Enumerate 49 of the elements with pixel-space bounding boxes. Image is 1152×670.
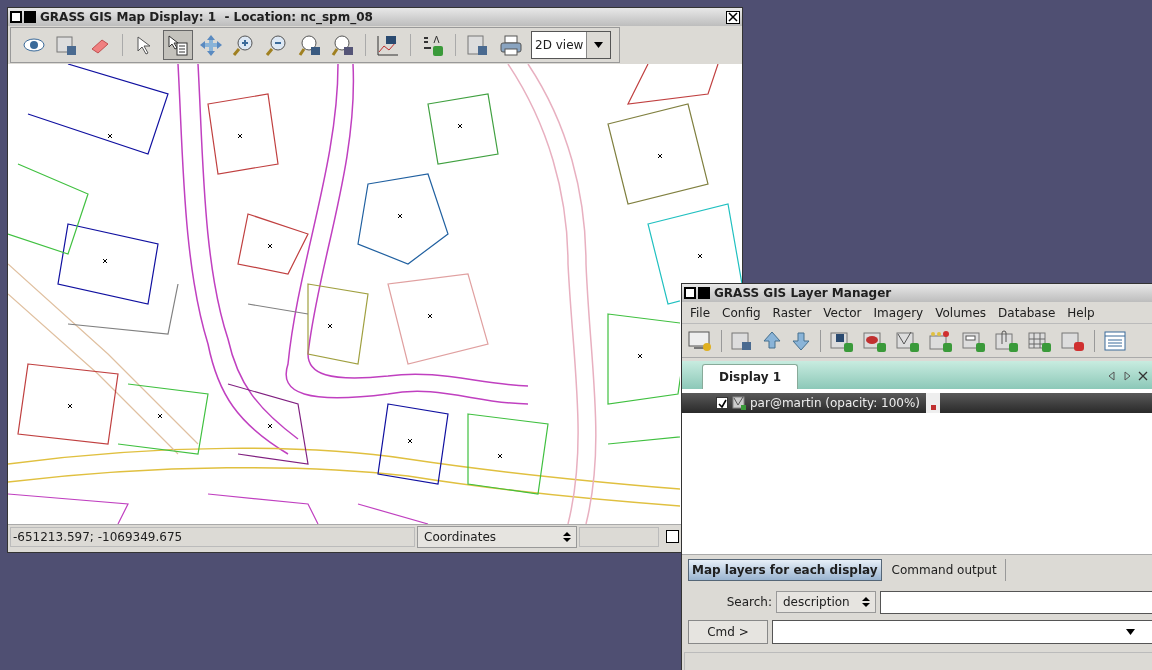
layer-checkbox[interactable] <box>716 397 728 409</box>
display-tab[interactable]: Display 1 <box>702 364 798 389</box>
view-mode-dropdown[interactable]: 2D view <box>531 31 611 59</box>
workspace-icon[interactable] <box>731 329 753 352</box>
cmd-button[interactable]: Cmd > <box>688 620 768 644</box>
command-input[interactable] <box>771 620 1152 644</box>
coordinates-readout: -651213.597; -1069349.675 <box>10 526 415 547</box>
window-title: GRASS GIS Layer Manager <box>714 285 892 302</box>
menu-item[interactable]: Vector <box>823 303 862 322</box>
search-label: Search: <box>726 594 772 611</box>
window-menu-icon[interactable] <box>10 11 22 23</box>
menu-item[interactable]: Imagery <box>873 303 924 322</box>
caret-icon <box>1126 629 1135 635</box>
add-rgb-icon[interactable] <box>863 329 887 352</box>
up-arrow-icon[interactable] <box>762 329 782 352</box>
search-field[interactable] <box>880 590 1152 614</box>
add-raster-icon[interactable] <box>830 329 854 352</box>
menu-item[interactable]: Volumes <box>935 303 987 322</box>
attribute-table-icon[interactable] <box>1104 329 1126 352</box>
panel-tab[interactable]: Command output <box>883 559 1006 581</box>
add-grid-icon[interactable] <box>1028 329 1052 352</box>
layer-options-icon[interactable] <box>926 393 941 413</box>
query-pointer-icon[interactable] <box>163 30 193 60</box>
panel-tab[interactable]: Map layers for each display <box>688 559 882 581</box>
add-vector-icon[interactable] <box>896 329 920 352</box>
tab-navigation-icon[interactable] <box>1108 371 1148 381</box>
status-mode-dropdown[interactable]: Coordinates <box>417 525 577 548</box>
spinner-arrows-icon <box>861 596 871 608</box>
close-icon[interactable] <box>726 10 740 24</box>
add-paperclip-icon[interactable] <box>995 329 1019 352</box>
add-points-icon[interactable] <box>929 329 953 352</box>
monitor-icon[interactable] <box>688 329 712 352</box>
menu-item[interactable]: Database <box>998 303 1056 322</box>
layer-name: par@martin (opacity: 100%) <box>750 395 921 412</box>
vector-layer-icon <box>732 396 746 410</box>
add-overlay-icon[interactable] <box>962 329 986 352</box>
search-type-dropdown[interactable]: description <box>776 591 876 613</box>
window-title: GRASS GIS Map Display: 1 - Location: nc_spm_08 <box>40 9 373 26</box>
render-checkbox[interactable] <box>666 530 679 543</box>
menu-item[interactable]: File <box>690 303 711 322</box>
menu-item[interactable]: Config <box>722 303 761 322</box>
spinner-arrows-icon <box>562 530 572 543</box>
menu-item[interactable]: Raster <box>772 303 812 322</box>
down-arrow-icon[interactable] <box>791 329 811 352</box>
layer-row[interactable]: par@martin (opacity: 100%) <box>682 393 1152 413</box>
window-menu-icon[interactable] <box>684 287 696 299</box>
remove-layer-icon[interactable] <box>1061 329 1085 352</box>
caret-icon <box>594 42 603 48</box>
menu-item[interactable]: Help <box>1067 303 1095 322</box>
